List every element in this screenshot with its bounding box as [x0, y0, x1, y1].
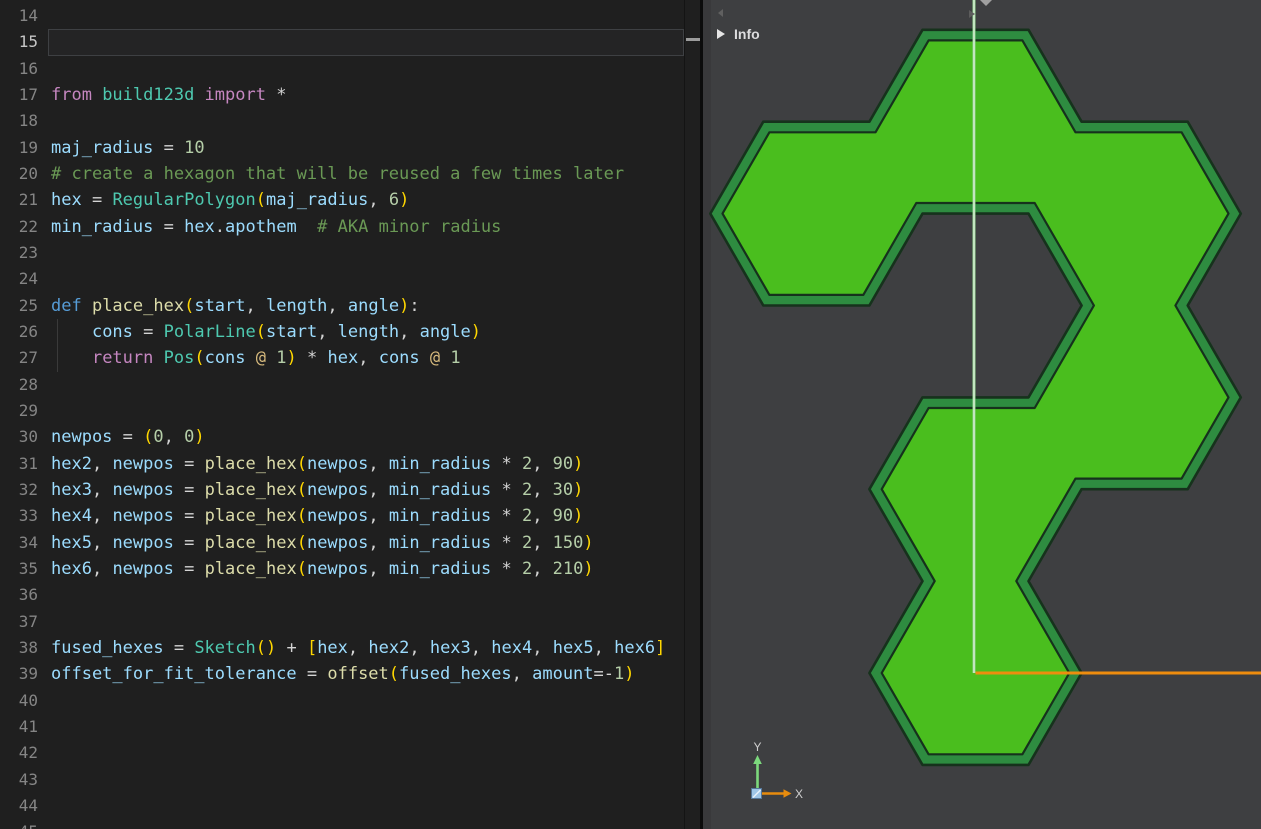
app-window: 14151617from build123d import *1819maj_r…	[0, 0, 1261, 829]
gizmo-x-label: X	[795, 787, 803, 801]
gizmo-y-label: Y	[753, 740, 761, 754]
info-section-header[interactable]: Info	[717, 26, 760, 42]
info-section-label: Info	[734, 26, 760, 42]
expand-arrow-icon	[717, 29, 725, 39]
gizmo-x-arrowhead-icon	[784, 789, 792, 797]
gizmo-y-arrowhead-icon	[753, 755, 762, 764]
viewer-canvas[interactable]: YX	[0, 0, 1261, 829]
